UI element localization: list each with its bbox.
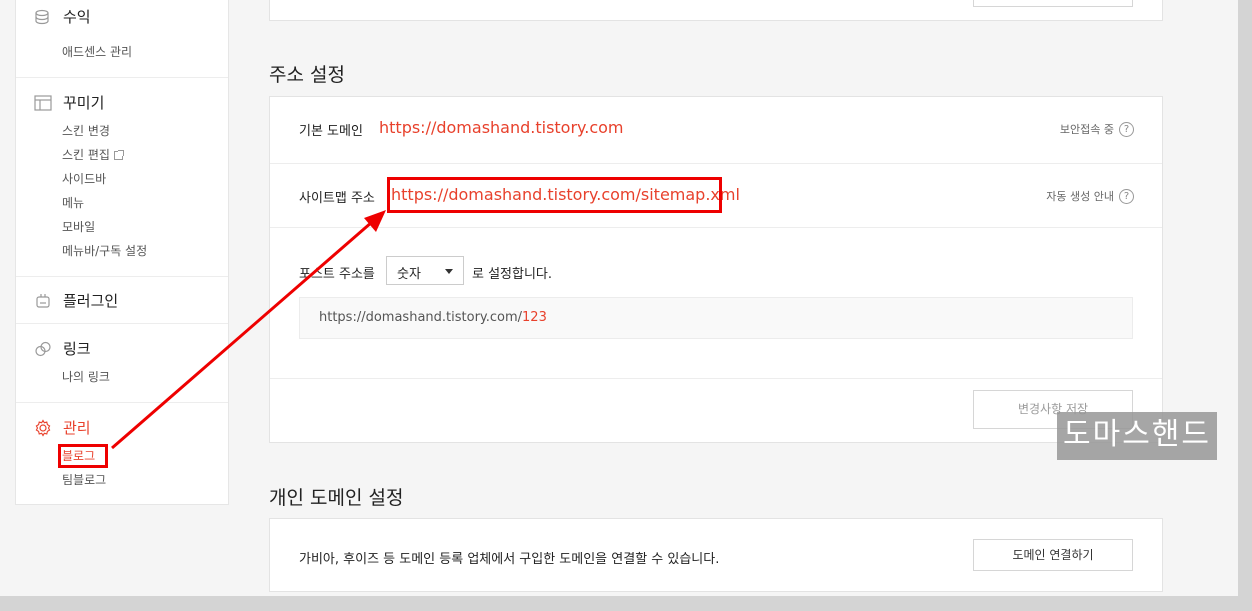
annotation-arrow [111, 210, 386, 450]
watermark: 도마스핸드 [1057, 412, 1217, 460]
